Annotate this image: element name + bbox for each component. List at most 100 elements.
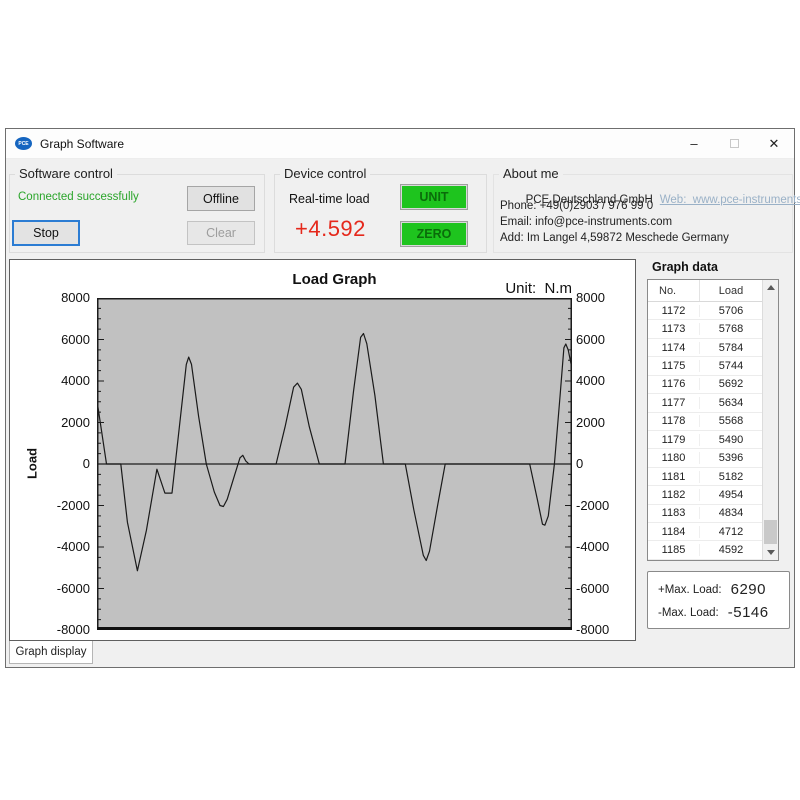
table-row[interactable]: 11795490 [648, 431, 762, 449]
table-row[interactable]: 11815182 [648, 468, 762, 486]
y-axis-tick-label: -4000 [576, 538, 634, 556]
y-axis-tick-label: -4000 [14, 538, 90, 556]
y-axis-ticks-left: 80006000400020000-2000-4000-6000-8000 [14, 260, 90, 640]
cell-no: 1185 [648, 544, 700, 556]
cell-load: 5692 [700, 378, 762, 390]
offline-button[interactable]: Offline [187, 186, 255, 211]
table-row[interactable]: 11735768 [648, 320, 762, 338]
device-control-group: Device control Real-time load +4.592 UNI… [274, 174, 487, 253]
y-axis-tick-label: 6000 [576, 331, 634, 349]
connection-status: Connected successfully [18, 191, 139, 203]
cell-load: 5182 [700, 471, 762, 483]
column-header-load: Load [700, 285, 762, 297]
table-row[interactable]: 11854592 [648, 541, 762, 559]
cell-load: 5706 [700, 305, 762, 317]
table-row[interactable]: 11775634 [648, 394, 762, 412]
max-negative-label: -Max. Load: [658, 607, 719, 619]
max-negative-line: -Max. Load: -5146 [658, 601, 789, 624]
max-load-box: +Max. Load: 6290 -Max. Load: -5146 [647, 571, 790, 629]
scroll-up-button[interactable] [763, 280, 778, 295]
arrow-up-icon [767, 285, 775, 290]
clear-button[interactable]: Clear [187, 221, 255, 245]
cell-load: 5744 [700, 360, 762, 372]
graph-data-title: Graph data [652, 260, 718, 274]
scrollbar-thumb[interactable] [764, 520, 777, 544]
cell-no: 1172 [648, 305, 700, 317]
graph-data-table: No. Load 1172570611735768117457841175574… [647, 279, 779, 561]
window-controls: – ✕ [674, 129, 794, 158]
table-row[interactable]: 11785568 [648, 413, 762, 431]
cell-no: 1183 [648, 507, 700, 519]
y-axis-tick-label: -8000 [576, 621, 634, 639]
unit-label: Unit: N.m [420, 280, 572, 297]
realtime-load-label: Real-time load [289, 192, 370, 206]
column-header-no: No. [648, 280, 700, 301]
load-graph-plot [97, 298, 572, 630]
chart-panel: Load Graph Unit: N.m Load 80006000400020… [9, 259, 636, 641]
cell-no: 1178 [648, 415, 700, 427]
phone-line: Phone: +49(0)2903 / 976 99 0 [500, 200, 653, 212]
realtime-load-value: +4.592 [295, 216, 366, 242]
table-row[interactable]: 11755744 [648, 357, 762, 375]
cell-no: 1174 [648, 342, 700, 354]
stop-button[interactable]: Stop [12, 220, 80, 246]
email-line: Email: info@pce-instruments.com [500, 216, 672, 228]
tab-graph-display[interactable]: Graph display [9, 641, 93, 664]
page-background: PCE Graph Software – ✕ Software control … [0, 0, 800, 800]
cell-no: 1181 [648, 471, 700, 483]
table-row[interactable]: 11765692 [648, 376, 762, 394]
close-button[interactable]: ✕ [754, 129, 794, 158]
maximize-icon [730, 139, 739, 148]
cell-no: 1176 [648, 378, 700, 390]
y-axis-tick-label: 4000 [14, 372, 90, 390]
window-title: Graph Software [40, 137, 124, 151]
y-axis-tick-label: -6000 [576, 580, 634, 598]
table-row[interactable]: 11745784 [648, 339, 762, 357]
cell-no: 1179 [648, 434, 700, 446]
table-row[interactable]: 11805396 [648, 449, 762, 467]
cell-load: 5396 [700, 452, 762, 464]
about-label: About me [499, 166, 563, 181]
table-row[interactable]: 11834834 [648, 505, 762, 523]
y-axis-tick-label: 8000 [14, 289, 90, 307]
cell-no: 1182 [648, 489, 700, 501]
y-axis-tick-label: 0 [14, 455, 90, 473]
web-link[interactable]: Web: www.pce-instruments.com [660, 194, 800, 206]
minimize-button[interactable]: – [674, 129, 714, 158]
y-axis-tick-label: 8000 [576, 289, 634, 307]
y-axis-tick-label: -8000 [14, 621, 90, 639]
table-body: 1172570611735768117457841175574411765692… [648, 302, 762, 560]
y-axis-tick-label: 2000 [14, 414, 90, 432]
cell-load: 4834 [700, 507, 762, 519]
zero-button[interactable]: ZERO [400, 221, 468, 247]
y-axis-tick-label: -6000 [14, 580, 90, 598]
titlebar: PCE Graph Software – ✕ [6, 129, 794, 159]
cell-no: 1184 [648, 526, 700, 538]
app-window: PCE Graph Software – ✕ Software control … [5, 128, 795, 668]
max-negative-value: -5146 [728, 604, 769, 621]
y-axis-tick-label: 4000 [576, 372, 634, 390]
table-row[interactable]: 11824954 [648, 486, 762, 504]
y-axis-tick-label: 0 [576, 455, 634, 473]
cell-no: 1177 [648, 397, 700, 409]
table-row[interactable]: 11844712 [648, 523, 762, 541]
device-control-label: Device control [280, 166, 370, 181]
max-positive-line: +Max. Load: 6290 [658, 578, 789, 601]
address-line: Add: Im Langel 4,59872 Meschede Germany [500, 232, 729, 244]
cell-load: 4592 [700, 544, 762, 556]
table-scrollbar[interactable] [762, 280, 778, 560]
y-axis-ticks-right: 80006000400020000-2000-4000-6000-8000 [576, 260, 634, 640]
max-positive-value: 6290 [731, 581, 766, 598]
y-axis-tick-label: -2000 [576, 497, 634, 515]
cell-load: 5490 [700, 434, 762, 446]
maximize-button[interactable] [714, 129, 754, 158]
max-positive-label: +Max. Load: [658, 584, 722, 596]
table-header: No. Load [648, 280, 778, 302]
app-icon: PCE [15, 137, 32, 150]
cell-load: 5568 [700, 415, 762, 427]
table-row[interactable]: 11725706 [648, 302, 762, 320]
cell-load: 4712 [700, 526, 762, 538]
scroll-down-button[interactable] [763, 545, 778, 560]
cell-no: 1173 [648, 323, 700, 335]
unit-button[interactable]: UNIT [400, 184, 468, 210]
